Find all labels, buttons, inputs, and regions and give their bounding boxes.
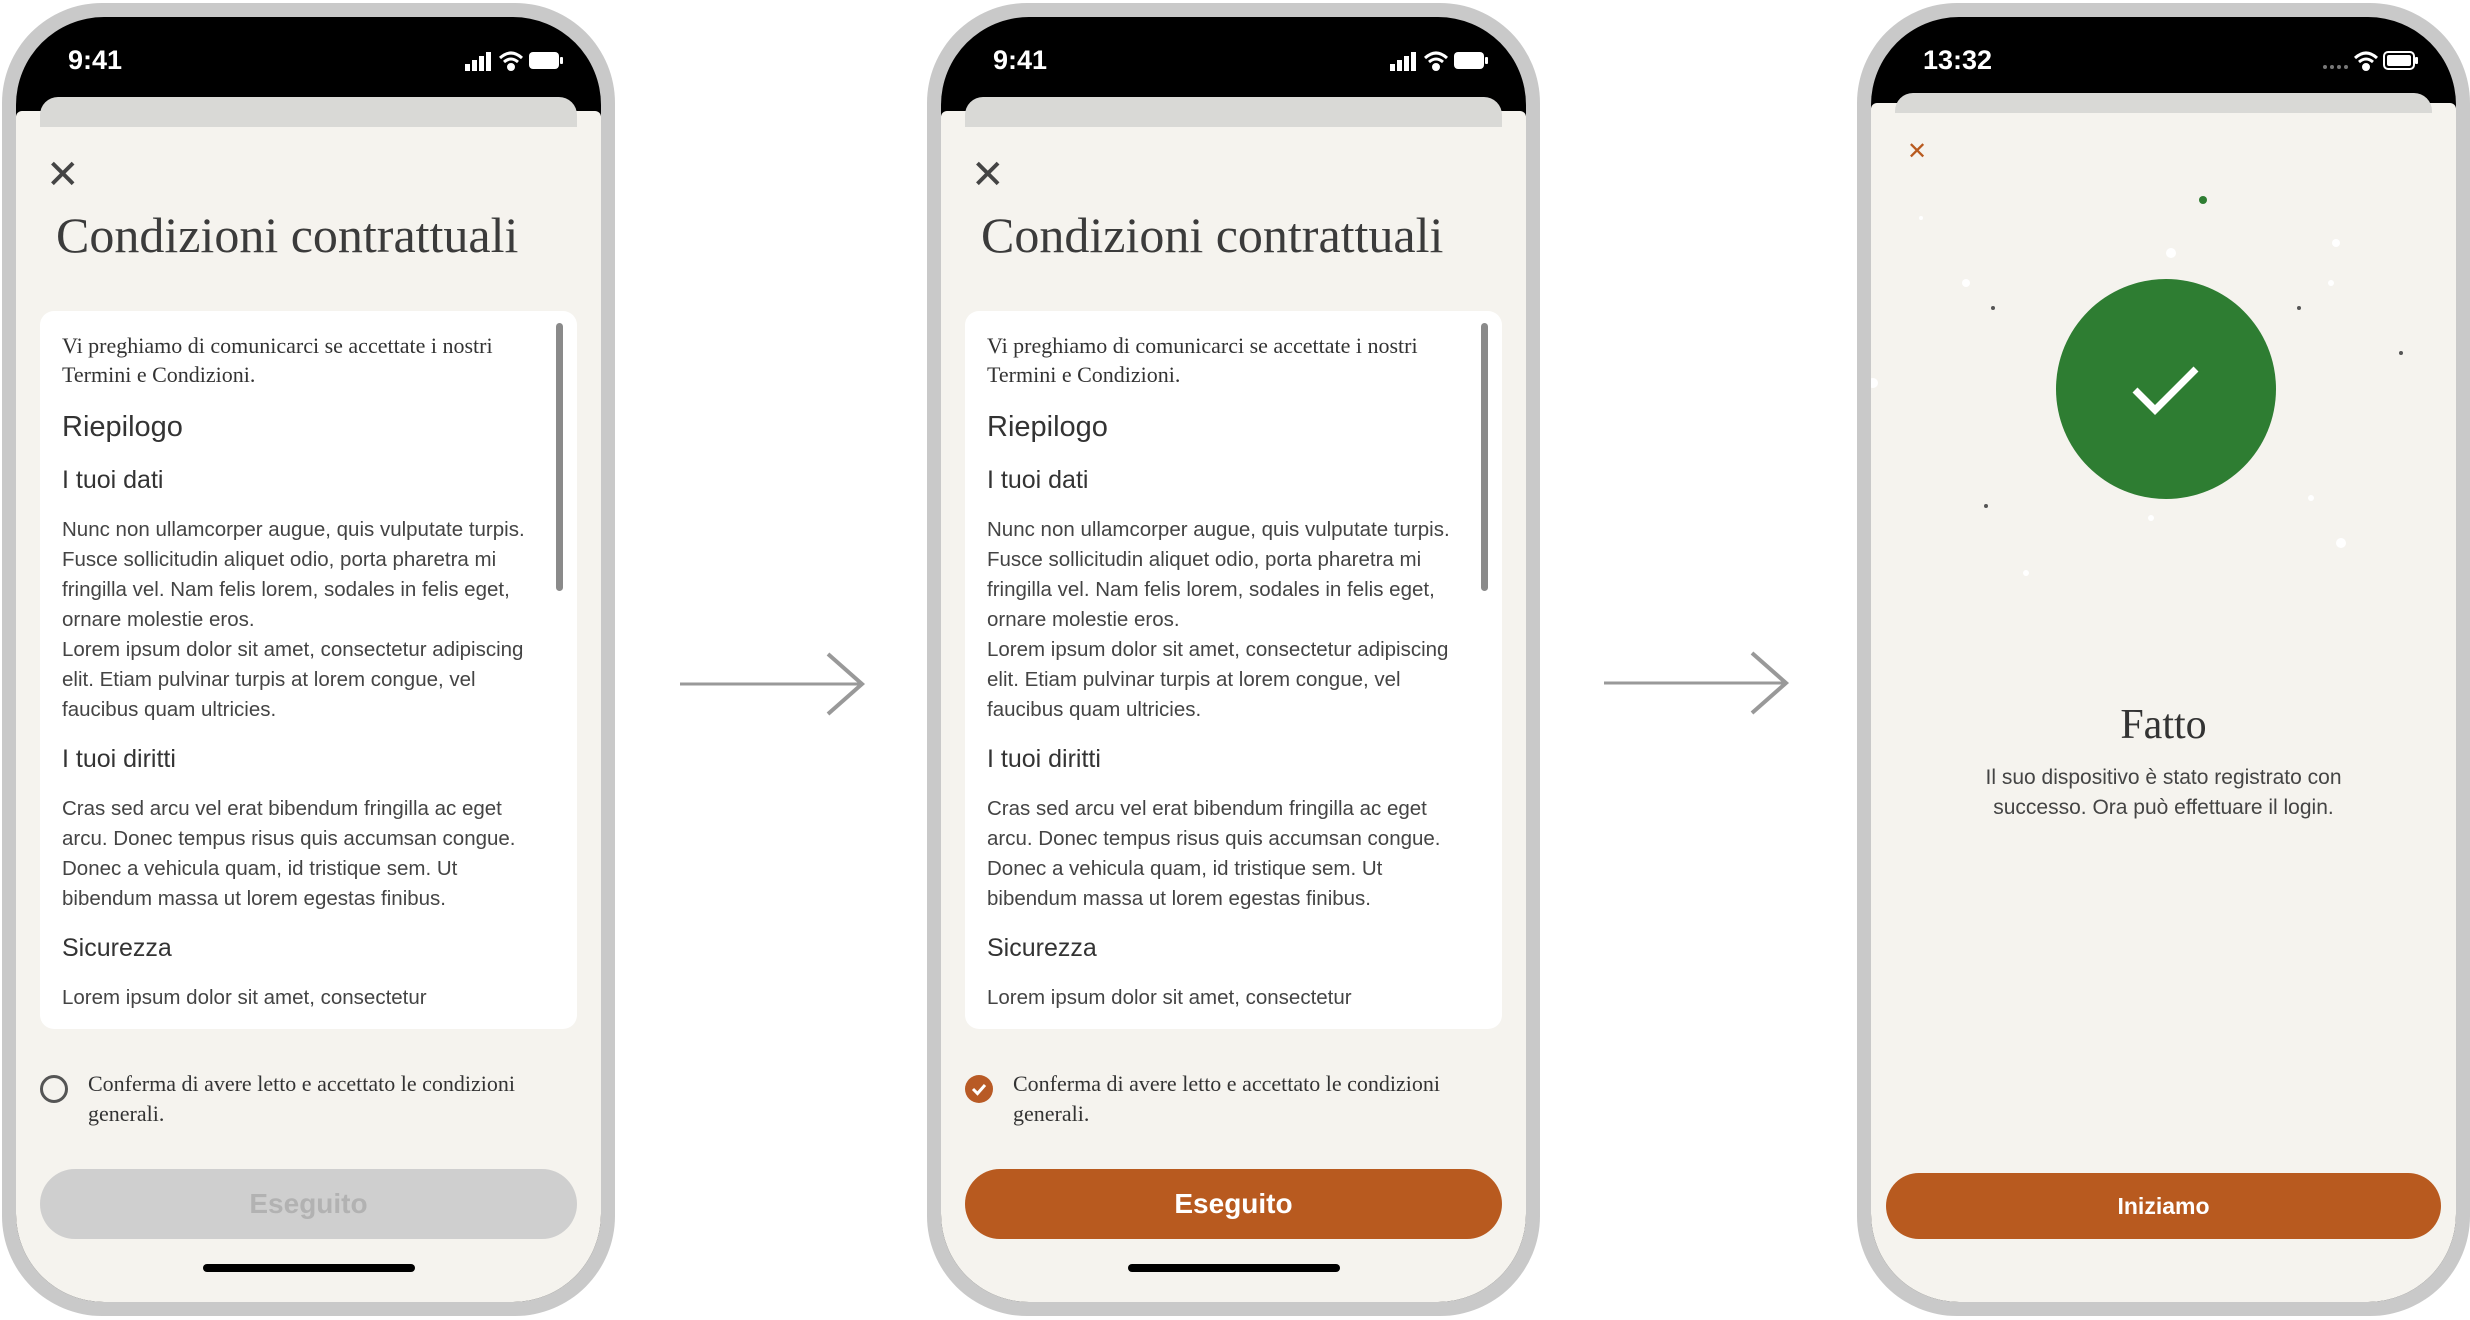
- confirm-row[interactable]: Conferma di avere letto e accettato le c…: [40, 1069, 561, 1139]
- confirm-checkbox[interactable]: [965, 1075, 993, 1103]
- terms-intro: Vi preghiamo di comunicarci se accettate…: [62, 333, 493, 387]
- page-title: Condizioni contrattuali: [56, 207, 519, 263]
- confirm-row[interactable]: Conferma di avere letto e accettato le c…: [965, 1069, 1486, 1139]
- signal-icon: [465, 52, 491, 71]
- terms-scroll-area[interactable]: Vi preghiamo di comunicarci se accettate…: [965, 311, 1502, 1029]
- checkmark-icon: [2132, 366, 2199, 415]
- summary-heading: Riepilogo: [62, 411, 183, 443]
- battery-icon: [529, 52, 563, 69]
- confirm-label: Conferma di avere letto e accettato le c…: [1013, 1071, 1440, 1126]
- close-icon[interactable]: ✕: [46, 155, 80, 195]
- status-time: 13:32: [1923, 45, 1993, 75]
- phone-terms-unchecked: 9:41 ✕ Condizioni contrattuali Vi preghi…: [2, 3, 615, 1316]
- terms-scroll-area[interactable]: Vi preghiamo di comunicarci se accettate…: [40, 311, 577, 1029]
- section-heading-security: Sicurezza: [62, 934, 172, 962]
- wifi-icon: [498, 51, 524, 71]
- section-text-data-2: Lorem ipsum dolor sit amet, consectetur …: [62, 638, 524, 721]
- close-icon[interactable]: ✕: [971, 155, 1005, 195]
- wifi-icon: [1423, 51, 1449, 71]
- section-heading-data: I tuoi dati: [62, 466, 164, 494]
- arrow-right-icon: [1604, 651, 1790, 715]
- scrollbar[interactable]: [1481, 323, 1488, 591]
- section-text-security: Lorem ipsum dolor sit amet, consectetur: [62, 986, 427, 1009]
- status-time: 9:41: [68, 45, 123, 75]
- start-button[interactable]: Iniziamo: [1886, 1173, 2441, 1239]
- section-text-security: Lorem ipsum dolor sit amet, consectetur: [987, 986, 1352, 1009]
- signal-icon: [2323, 65, 2348, 69]
- done-button[interactable]: Eseguito: [40, 1169, 577, 1239]
- section-heading-rights: I tuoi diritti: [987, 745, 1101, 773]
- checkmark-icon: [971, 1084, 987, 1096]
- section-heading-data: I tuoi dati: [987, 466, 1089, 494]
- phone-terms-checked: 9:41 ✕ Condizioni contrattuali Vi preghi…: [927, 3, 1540, 1316]
- terms-intro: Vi preghiamo di comunicarci se accettate…: [987, 333, 1418, 387]
- summary-heading: Riepilogo: [987, 411, 1108, 443]
- section-text-data: Nunc non ullamcorper augue, quis vulputa…: [62, 518, 525, 631]
- success-heading: Fatto: [2120, 702, 2207, 748]
- section-text-rights: Cras sed arcu vel erat bibendum fringill…: [987, 797, 1441, 910]
- battery-icon: [1454, 52, 1488, 69]
- phone-bezel: 9:41 ✕ Condizioni contrattuali Vi preghi…: [16, 17, 601, 1302]
- success-screen: ✕ Fatto Il suo dispositivo è stato regis…: [1871, 93, 2456, 1302]
- success-message: Il suo dispositivo è stato registrato co…: [1985, 766, 2342, 819]
- sheet-grabber: [40, 97, 577, 127]
- success-badge: [2056, 279, 2276, 499]
- status-icons: [465, 51, 563, 71]
- home-indicator: [1127, 1264, 1340, 1272]
- signal-icon: [1390, 52, 1416, 71]
- section-text-data: Nunc non ullamcorper augue, quis vulputa…: [987, 518, 1450, 631]
- confirm-label: Conferma di avere letto e accettato le c…: [88, 1071, 515, 1126]
- phone-success: 13:32 ✕ Fatto Il suo dispositivo è stato…: [1857, 3, 2470, 1316]
- confirm-checkbox[interactable]: [40, 1075, 68, 1103]
- section-heading-security: Sicurezza: [987, 934, 1097, 962]
- done-button[interactable]: Eseguito: [965, 1169, 1502, 1239]
- page-title: Condizioni contrattuali: [981, 207, 1444, 263]
- terms-screen: ✕ Condizioni contrattuali Vi preghiamo d…: [941, 97, 1526, 1302]
- phone-bezel: 9:41 ✕ Condizioni contrattuali Vi preghi…: [941, 17, 1526, 1302]
- section-text-rights: Cras sed arcu vel erat bibendum fringill…: [62, 797, 516, 910]
- sheet-grabber: [965, 97, 1502, 127]
- status-time: 9:41: [993, 45, 1048, 75]
- wifi-icon: [2353, 51, 2379, 71]
- arrow-right-icon: [680, 652, 866, 716]
- battery-icon: [2383, 51, 2418, 70]
- status-icons: [1390, 51, 1488, 71]
- phone-bezel: 13:32 ✕ Fatto Il suo dispositivo è stato…: [1871, 17, 2456, 1302]
- status-icons: [2323, 51, 2418, 71]
- section-text-data-2: Lorem ipsum dolor sit amet, consectetur …: [987, 638, 1449, 721]
- scrollbar[interactable]: [556, 323, 563, 591]
- section-heading-rights: I tuoi diritti: [62, 745, 176, 773]
- terms-screen: ✕ Condizioni contrattuali Vi preghiamo d…: [16, 97, 601, 1302]
- home-indicator: [202, 1264, 415, 1272]
